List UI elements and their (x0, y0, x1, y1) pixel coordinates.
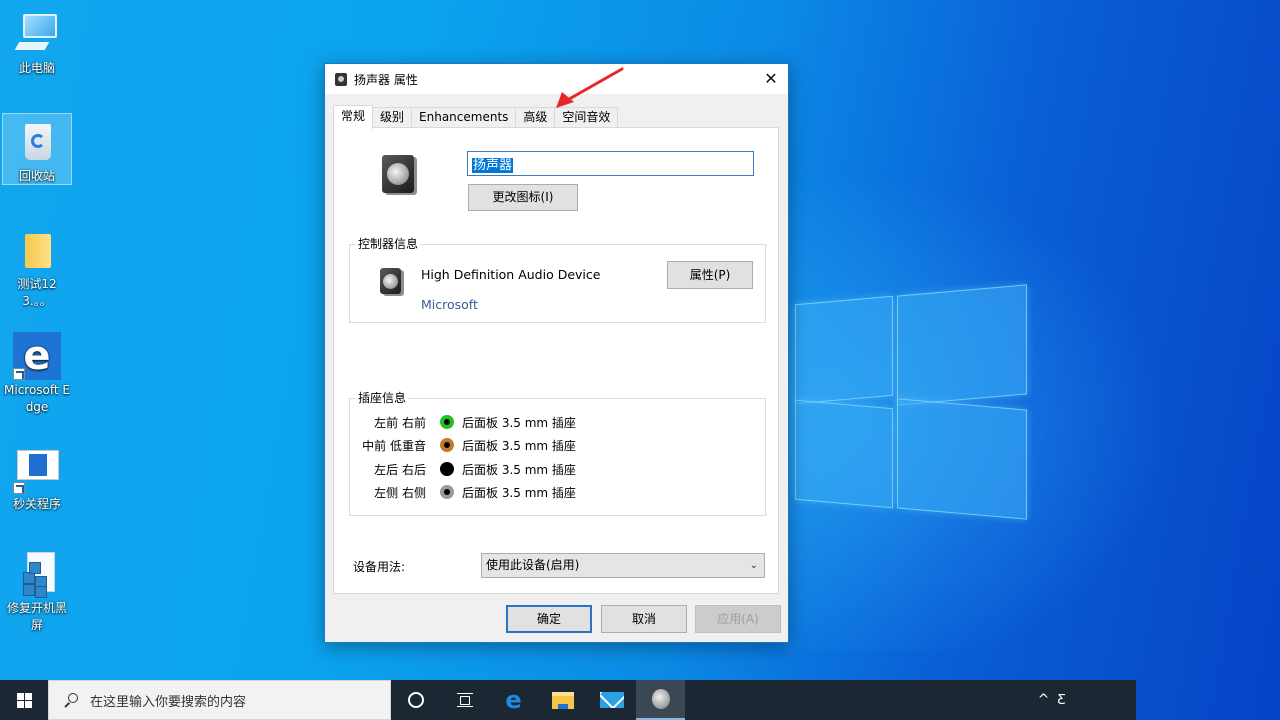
jack-description: 后面板 3.5 mm 插座 (462, 438, 576, 453)
jack-description: 后面板 3.5 mm 插座 (462, 462, 576, 477)
speaker-properties-dialog: 扬声器 属性 ✕ 常规 级别 Enhancements 高级 空间音效 扬声器 … (324, 63, 789, 643)
edge-icon: e (13, 332, 61, 380)
close-button[interactable]: ✕ (754, 64, 788, 94)
jack-description: 后面板 3.5 mm 插座 (462, 415, 576, 430)
jack-description: 后面板 3.5 mm 插座 (462, 485, 576, 500)
edge-icon: e (505, 686, 522, 714)
jack-row: 中前 低重音 后面板 3.5 mm 插座 (350, 435, 765, 455)
jack-row: 左侧 右侧 后面板 3.5 mm 插座 (350, 482, 765, 502)
desktop-icon-this-pc[interactable]: 此电脑 (2, 6, 72, 77)
controller-speaker-icon (380, 267, 404, 295)
ime-indicator-icon[interactable]: Ƹ (1057, 693, 1066, 708)
recycle-bin-icon (13, 118, 61, 166)
tab-levels[interactable]: 级别 (372, 107, 413, 128)
desktop-icon-label: 此电脑 (18, 61, 55, 75)
jack-row: 左后 右后 后面板 3.5 mm 插座 (350, 459, 765, 479)
show-hidden-icons-chevron-icon[interactable]: ^ (1038, 692, 1050, 708)
jack-channels: 左侧 右侧 (374, 485, 426, 500)
jack-row: 左前 右前 后面板 3.5 mm 插座 (350, 412, 765, 432)
jack-info-title: 插座信息 (356, 390, 409, 406)
taskbar-search-box[interactable]: 在这里输入你要搜索的内容 (48, 680, 391, 720)
desktop-icon-recycle-bin[interactable]: 回收站 (2, 113, 72, 185)
shortcut-arrow-icon (13, 482, 25, 494)
device-name-input[interactable]: 扬声器 (467, 151, 754, 176)
computer-icon (13, 10, 61, 58)
device-usage-select[interactable]: 使用此设备(启用) ⌄ (481, 553, 765, 578)
registry-file-icon (13, 550, 61, 598)
cancel-button[interactable]: 取消 (601, 605, 687, 633)
mail-icon (599, 692, 624, 708)
desktop-icon-program[interactable]: 秒关程序 (2, 442, 72, 513)
chevron-down-icon: ⌄ (749, 560, 758, 571)
apply-button[interactable]: 应用(A) (695, 605, 781, 633)
taskbar-speaker-properties[interactable] (636, 680, 685, 720)
jack-channels: 左后 右后 (374, 462, 426, 477)
device-usage-value: 使用此设备(启用) (486, 558, 580, 572)
task-view-button[interactable] (440, 680, 489, 720)
jack-channels: 左前 右前 (374, 415, 426, 430)
tab-general[interactable]: 常规 (333, 105, 374, 129)
tab-enhancements[interactable]: Enhancements (411, 107, 517, 128)
desktop-icon-edge[interactable]: e Microsoft Edge (2, 328, 72, 416)
controller-info-group: 控制器信息 High Definition Audio Device Micro… (349, 236, 766, 323)
speaker-device-icon (382, 153, 418, 195)
ok-button[interactable]: 确定 (506, 605, 592, 633)
dialog-title: 扬声器 属性 (354, 72, 418, 87)
folder-icon (13, 226, 61, 274)
properties-button[interactable]: 属性(P) (667, 261, 753, 289)
desktop-icon-registry-file[interactable]: 修复开机黑屏 (2, 546, 72, 634)
speaker-icon (651, 689, 670, 709)
search-placeholder: 在这里输入你要搜索的内容 (90, 694, 247, 710)
device-usage-label: 设备用法: (353, 560, 406, 574)
controller-info-title: 控制器信息 (356, 236, 421, 252)
speaker-icon (335, 72, 347, 86)
change-icon-button[interactable]: 更改图标(I) (468, 184, 578, 211)
taskbar: 在这里输入你要搜索的内容 e ^ Ƹ (0, 680, 1136, 720)
desktop-icon-label: Microsoft Edge (4, 383, 71, 414)
desktop-icon-label: 秒关程序 (12, 497, 61, 511)
desktop-icon-folder[interactable]: 测试123.。。 (2, 222, 72, 310)
jack-color-icon (440, 415, 454, 429)
jack-color-icon (440, 438, 454, 452)
annotation-arrow-icon (556, 67, 624, 108)
controller-vendor: Microsoft (421, 297, 478, 312)
taskbar-edge[interactable]: e (489, 680, 538, 720)
search-icon (64, 693, 78, 707)
shortcut-arrow-icon (13, 368, 25, 380)
general-tab-panel: 扬声器 更改图标(I) 控制器信息 High Definition Audio … (333, 127, 779, 594)
start-button[interactable] (0, 680, 48, 720)
file-explorer-icon (551, 691, 574, 709)
jack-color-icon (440, 485, 454, 499)
desktop-icon-label: 修复开机黑屏 (6, 601, 67, 632)
cortana-button[interactable] (391, 680, 440, 720)
cortana-icon (407, 692, 424, 708)
system-tray: ^ Ƹ (1038, 680, 1066, 720)
task-view-icon (456, 693, 473, 707)
taskbar-file-explorer[interactable] (538, 680, 587, 720)
program-icon (13, 446, 61, 494)
jack-info-group: 插座信息 左前 右前 后面板 3.5 mm 插座 中前 低重音 后面板 3.5 … (349, 390, 766, 516)
taskbar-mail[interactable] (587, 680, 636, 720)
desktop-icon-label: 测试123.。。 (17, 277, 57, 308)
windows-logo-wallpaper (795, 282, 1029, 520)
jack-color-icon (440, 462, 454, 476)
jack-channels: 中前 低重音 (362, 438, 426, 453)
desktop-icon-label: 回收站 (18, 169, 55, 183)
controller-name: High Definition Audio Device (421, 267, 601, 282)
device-name-value: 扬声器 (472, 158, 514, 173)
